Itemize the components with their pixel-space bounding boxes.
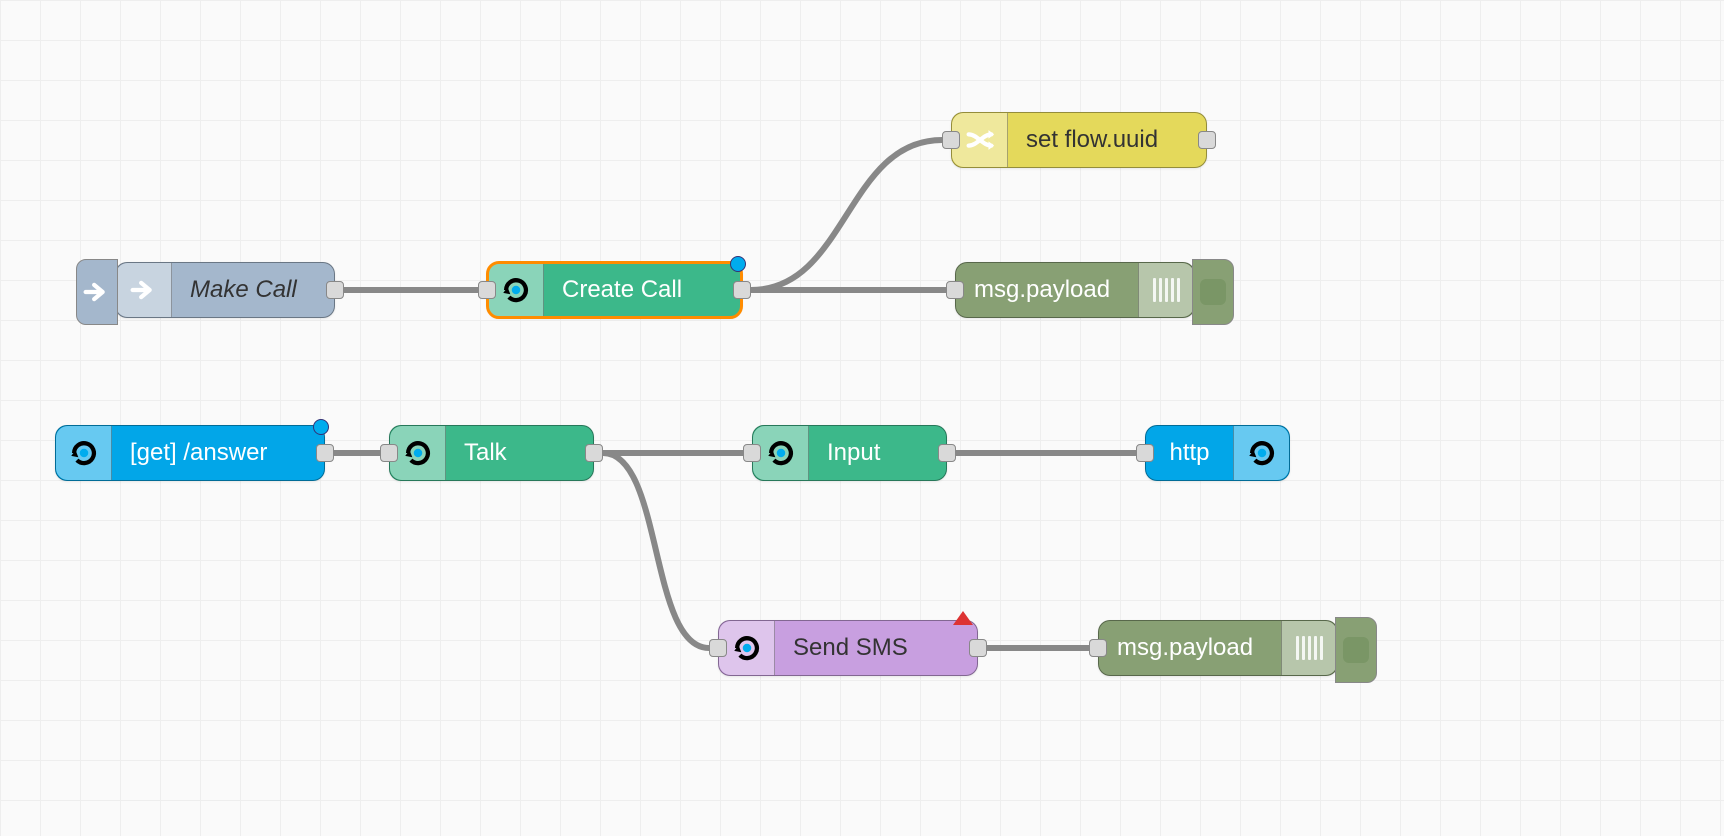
change-indicator-icon — [313, 419, 329, 435]
node-label: set flow.uuid — [1008, 126, 1206, 154]
node-send-sms[interactable]: Send SMS — [718, 620, 978, 676]
cycle-icon — [56, 426, 112, 480]
error-indicator-icon — [953, 611, 973, 625]
debug-toggle-button[interactable] — [1192, 259, 1234, 325]
output-port[interactable] — [1198, 131, 1216, 149]
debug-toggle-button[interactable] — [1335, 617, 1377, 683]
debug-icon — [1138, 263, 1194, 317]
node-create-call[interactable]: Create Call — [487, 262, 742, 318]
output-port[interactable] — [733, 281, 751, 299]
shuffle-icon — [952, 113, 1008, 167]
node-talk[interactable]: Talk — [389, 425, 594, 481]
node-label: Input — [809, 439, 946, 467]
node-set-flow-uuid[interactable]: set flow.uuid — [951, 112, 1207, 168]
cycle-icon — [390, 426, 446, 480]
cycle-icon — [1233, 426, 1289, 480]
output-port[interactable] — [326, 281, 344, 299]
node-input[interactable]: Input — [752, 425, 947, 481]
debug-icon — [1281, 621, 1337, 675]
node-debug-2[interactable]: msg.payload — [1098, 620, 1338, 676]
node-label: msg.payload — [1099, 634, 1281, 662]
input-port[interactable] — [743, 444, 761, 462]
input-port[interactable] — [1089, 639, 1107, 657]
change-indicator-icon — [730, 256, 746, 272]
cycle-icon — [719, 621, 775, 675]
node-label: msg.payload — [956, 276, 1138, 304]
cycle-icon — [753, 426, 809, 480]
output-port[interactable] — [585, 444, 603, 462]
node-label: Send SMS — [775, 634, 977, 662]
input-port[interactable] — [478, 281, 496, 299]
arrow-icon — [116, 263, 172, 317]
inject-icon — [80, 275, 114, 309]
node-make-call[interactable]: Make Call — [115, 262, 335, 318]
wire[interactable] — [751, 140, 942, 290]
input-port[interactable] — [380, 444, 398, 462]
node-label: Talk — [446, 439, 593, 467]
node-label: Make Call — [172, 276, 334, 304]
output-port[interactable] — [938, 444, 956, 462]
inject-button[interactable] — [76, 259, 118, 325]
input-port[interactable] — [942, 131, 960, 149]
node-label: Create Call — [544, 276, 741, 304]
node-label: [get] /answer — [112, 439, 324, 467]
output-port[interactable] — [316, 444, 334, 462]
cycle-icon — [488, 263, 544, 317]
node-label: http — [1146, 439, 1233, 467]
node-get-answer[interactable]: [get] /answer — [55, 425, 325, 481]
flow-canvas[interactable]: Make Call Create Call set flow.uuid — [0, 0, 1724, 836]
output-port[interactable] — [969, 639, 987, 657]
input-port[interactable] — [709, 639, 727, 657]
input-port[interactable] — [1136, 444, 1154, 462]
input-port[interactable] — [946, 281, 964, 299]
node-debug-1[interactable]: msg.payload — [955, 262, 1195, 318]
wire[interactable] — [603, 453, 709, 648]
node-http[interactable]: http — [1145, 425, 1290, 481]
